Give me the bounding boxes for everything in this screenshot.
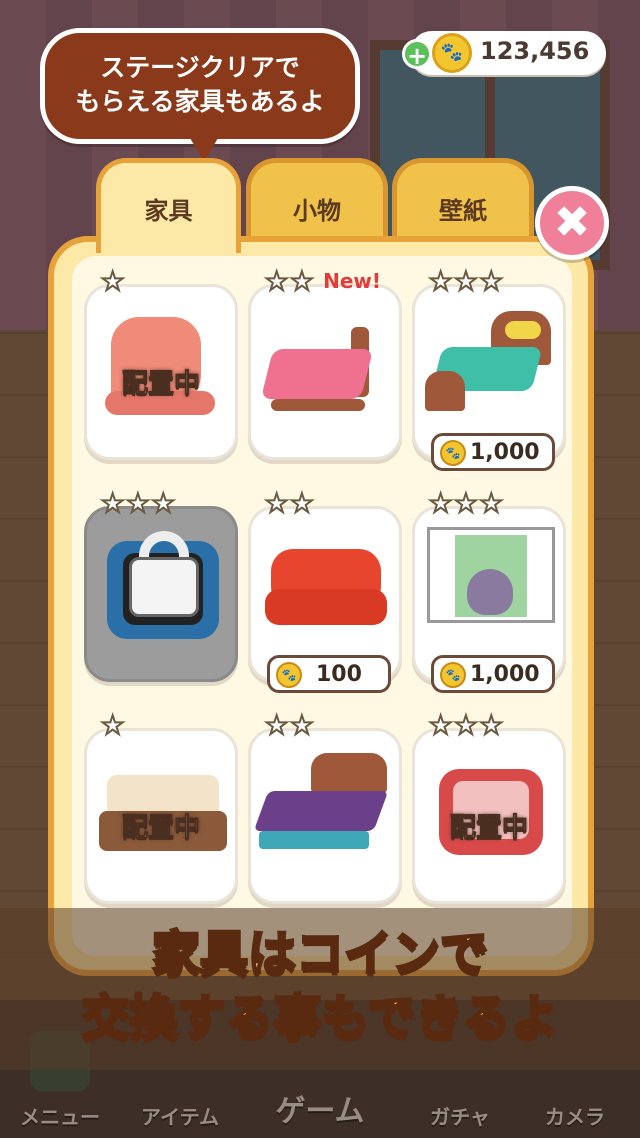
item-card-blue-tv[interactable]: ★★★ [84,488,238,682]
price-tag[interactable]: 🐾 1,000 [431,655,555,693]
item-card-purple-bed[interactable]: ★★ [248,710,402,904]
hint-bubble: ステージクリアで もらえる家具もあるよ [40,28,360,144]
purple-bed-icon [253,791,389,831]
item-card-pink-chair[interactable]: ★ 配置中 [84,266,238,460]
paw-coin-icon: 🐾 [440,440,466,466]
item-card-red-sofa[interactable]: ★★ 🐾 100 [248,488,402,693]
rarity-stars: ★ [100,710,127,742]
banner-text: 家具はコインで 交換する事もできるよ [80,925,560,1048]
furniture-panel: ★ 配置中 ★★ New! ★★★ 🐾 1,000 ★★★ ★★ 🐾 100 ★… [48,236,594,976]
item-card-red-tv[interactable]: ★★★ 配置中 [412,710,566,904]
bed-frame [271,399,365,411]
rarity-stars: ★★ [264,488,316,520]
price-tag[interactable]: 🐾 100 [267,655,391,693]
placed-label: 配置中 [449,813,528,844]
cat-icon [467,569,513,615]
placed-label: 配置中 [121,813,200,844]
sofa-seat [265,589,387,625]
rarity-stars: ★★ [264,710,316,742]
close-icon: ✖ [553,197,591,248]
item-card-pink-bed[interactable]: ★★ New! [248,266,402,460]
hint-text: ステージクリアで もらえる家具もあるよ [75,53,325,116]
item-card-green-bed[interactable]: ★★★ 🐾 1,000 [412,266,566,471]
rarity-stars: ★★★ [428,266,505,298]
paw-coin-icon: 🐾 [276,662,302,688]
rarity-stars: ★★★ [428,488,505,520]
coin-counter: + 🐾 123,456 [402,31,606,75]
price-tag[interactable]: 🐾 1,000 [431,433,555,471]
lock-icon [129,557,199,617]
price-value: 100 [316,662,362,687]
tab-wallpaper[interactable]: 壁紙 [392,158,534,242]
coin-value: 123,456 [480,37,590,65]
new-badge: New! [323,269,381,293]
placed-label: 配置中 [121,369,200,400]
item-card-cat-window[interactable]: ★★★ 🐾 1,000 [412,488,566,693]
rarity-stars: ★★★ [100,488,177,520]
tab-furniture[interactable]: 家具 [96,158,241,253]
tab-accessories[interactable]: 小物 [246,158,388,242]
close-button[interactable]: ✖ [535,186,609,260]
pink-dotted-bed-icon [260,349,374,399]
rarity-stars: ★ [100,266,127,298]
bed-base [259,831,369,849]
bed-footboard [425,371,465,411]
item-grid: ★ 配置中 ★★ New! ★★★ 🐾 1,000 ★★★ ★★ 🐾 100 ★… [72,256,572,956]
tutorial-banner: 家具はコインで 交換する事もできるよ [0,908,640,1070]
paw-coin-icon: 🐾 [432,33,472,73]
item-card-brown-sofa[interactable]: ★ 配置中 [84,710,238,904]
add-coins-button[interactable]: + [402,39,432,70]
rarity-stars: ★★★ [428,710,505,742]
bed-headboard [311,753,387,793]
price-value: 1,000 [470,440,540,465]
rarity-stars: ★★ [264,266,316,298]
paw-coin-icon: 🐾 [440,662,466,688]
pillow [505,321,541,339]
price-value: 1,000 [470,662,540,687]
